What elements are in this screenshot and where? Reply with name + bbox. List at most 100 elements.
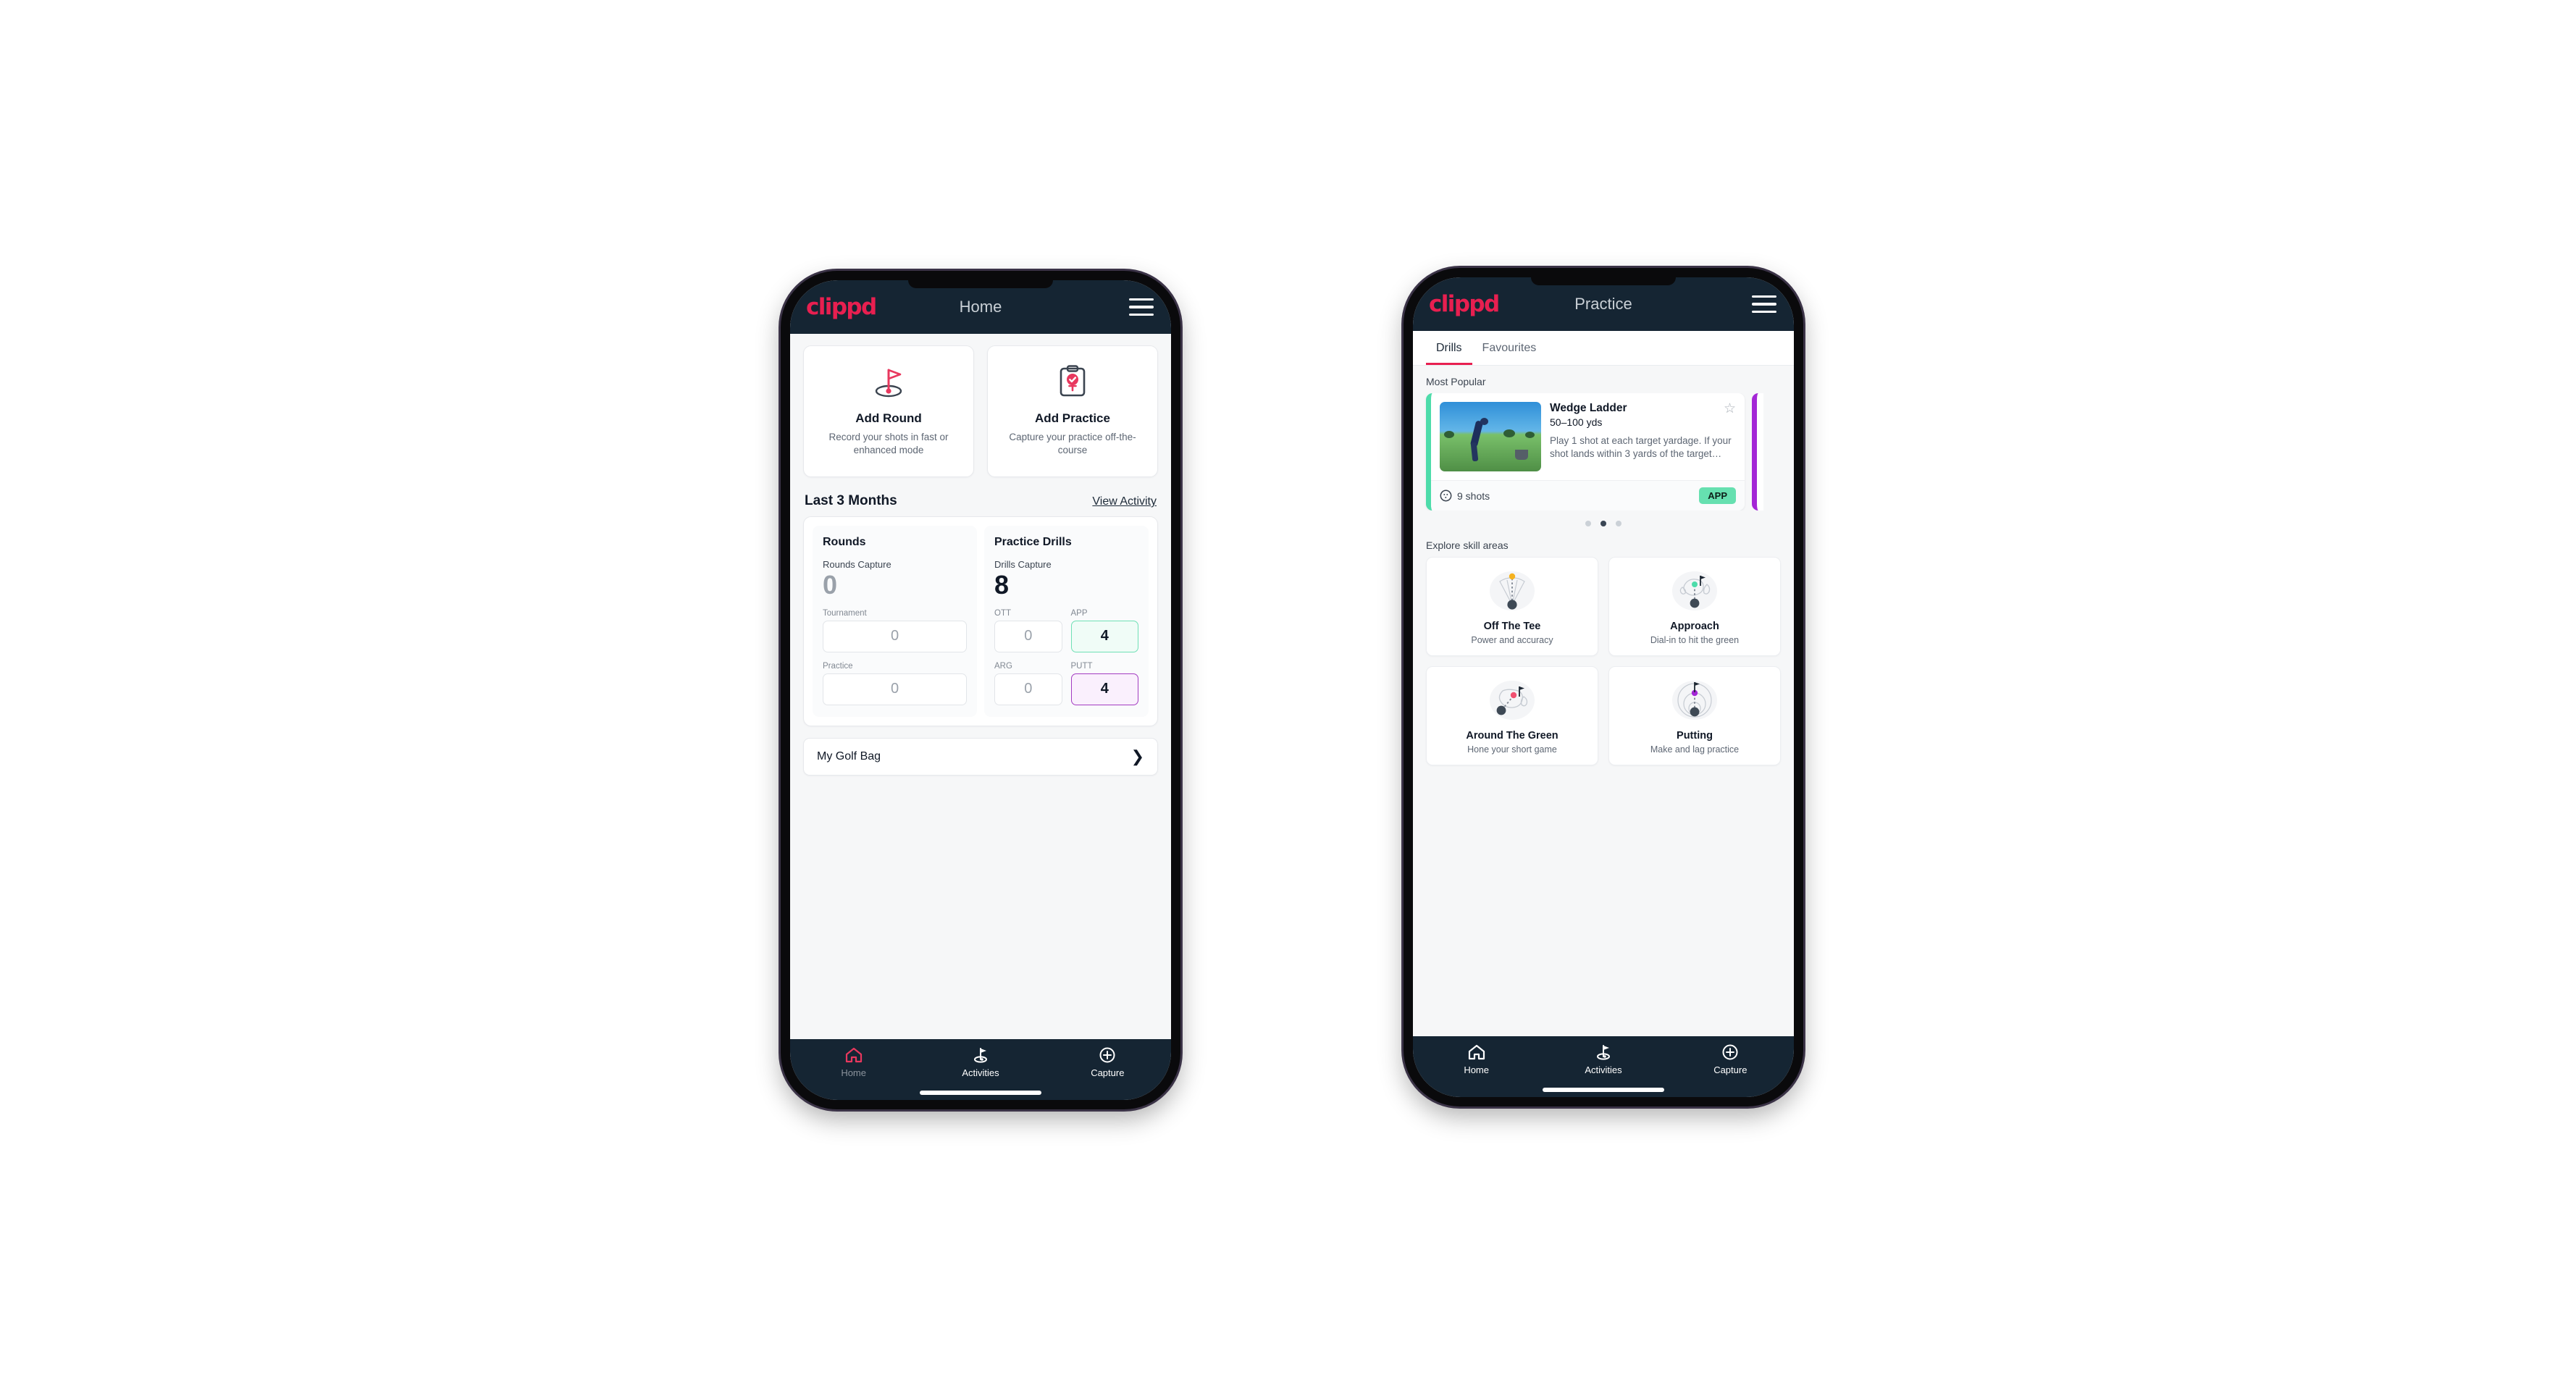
drill-shots-label: 9 shots <box>1457 490 1490 502</box>
practice-screen: clippd Practice Drills Favourites Most P… <box>1413 277 1794 1097</box>
stats-card: Rounds Rounds Capture 0 Tournament 0 Pra… <box>803 516 1158 726</box>
nav-label-activities: Activities <box>962 1067 999 1078</box>
skill-card-approach[interactable]: Approach Dial-in to hit the green <box>1608 557 1781 656</box>
skill-card-putting[interactable]: Putting Make and lag practice <box>1608 666 1781 765</box>
drill-card-footer: 9 shots APP <box>1431 480 1745 511</box>
nav-item-activities[interactable]: Activities <box>1540 1043 1666 1075</box>
drill-metric-row-2: ARG 0 PUTT 4 <box>994 652 1138 705</box>
golf-flag-icon <box>973 1048 987 1063</box>
drills-stat-column: Practice Drills Drills Capture 8 OTT 0 A… <box>984 526 1149 717</box>
drill-metric-row-1: OTT 0 APP 4 <box>994 600 1138 652</box>
drill-yardage: 50–100 yds <box>1550 416 1603 428</box>
rounds-capture-value: 0 <box>823 570 838 600</box>
drill-description: Play 1 shot at each target yardage. If y… <box>1550 435 1732 460</box>
skill-name: Putting <box>1677 730 1713 742</box>
add-practice-subtitle: Capture your practice off-the-course <box>1009 432 1136 455</box>
rounds-capture-label: Rounds Capture <box>823 559 891 570</box>
add-practice-title: Add Practice <box>1035 411 1110 425</box>
phone-mockup-practice: clippd Practice Drills Favourites Most P… <box>1404 268 1803 1106</box>
carousel-dot-2[interactable] <box>1600 521 1606 526</box>
tab-favourites[interactable]: Favourites <box>1472 331 1547 365</box>
nav-item-capture[interactable]: Capture <box>1044 1046 1171 1078</box>
chevron-right-icon: ❯ <box>1130 747 1144 765</box>
section-title: Last 3 Months <box>805 493 897 508</box>
home-appbar: clippd Home <box>790 280 1171 334</box>
skill-subtitle: Make and lag practice <box>1650 744 1740 755</box>
nav-item-capture[interactable]: Capture <box>1667 1043 1794 1075</box>
skill-card-off-the-tee[interactable]: Off The Tee Power and accuracy <box>1426 557 1598 656</box>
nav-label-home: Home <box>1464 1064 1489 1075</box>
clipboard-check-tee-icon <box>1054 361 1091 403</box>
tee-shot-fan-icon <box>1485 568 1539 614</box>
add-practice-card[interactable]: Add Practice Capture your practice off-t… <box>987 345 1158 477</box>
home-indicator-bar <box>1543 1088 1664 1092</box>
putt-value[interactable]: 4 <box>1070 673 1138 705</box>
skill-name: Around The Green <box>1466 730 1558 742</box>
drill-meta: Wedge Ladder 50–100 yds ☆ Play 1 shot at… <box>1550 402 1736 471</box>
rounds-heading: Rounds <box>823 536 866 548</box>
arg-label: ARG <box>994 661 1012 671</box>
add-round-card[interactable]: Add Round Record your shots in fast or e… <box>803 345 974 477</box>
nav-item-activities[interactable]: Activities <box>917 1046 1044 1078</box>
drill-card-wedge-ladder[interactable]: Wedge Ladder 50–100 yds ☆ Play 1 shot at… <box>1426 393 1745 511</box>
star-outline-icon[interactable]: ☆ <box>1724 402 1736 416</box>
home-screen: clippd Home Add Round Record your shots … <box>790 280 1171 1100</box>
clippd-logo[interactable]: clippd <box>1429 293 1500 316</box>
tab-drills[interactable]: Drills <box>1426 331 1472 365</box>
drill-carousel[interactable]: Wedge Ladder 50–100 yds ☆ Play 1 shot at… <box>1413 393 1794 511</box>
hamburger-icon[interactable] <box>1752 295 1776 313</box>
nav-label-capture: Capture <box>1713 1064 1748 1075</box>
practice-value[interactable]: 0 <box>823 673 967 705</box>
approach-green-icon <box>1668 568 1721 614</box>
practice-appbar: clippd Practice <box>1413 277 1794 331</box>
drills-capture-value: 8 <box>994 570 1010 600</box>
plus-circle-icon <box>1722 1044 1738 1060</box>
arg-value[interactable]: 0 <box>994 673 1062 705</box>
hamburger-icon[interactable] <box>1129 298 1154 316</box>
app-label: APP <box>1070 608 1088 618</box>
skill-subtitle: Dial-in to hit the green <box>1650 635 1740 645</box>
phone-mockup-home: clippd Home Add Round Record your shots … <box>781 271 1180 1109</box>
explore-skill-areas-label: Explore skill areas <box>1426 539 1509 551</box>
drill-card-body: Wedge Ladder 50–100 yds ☆ Play 1 shot at… <box>1431 393 1745 480</box>
golf-flag-hole-icon <box>869 361 908 403</box>
putt-label: PUTT <box>1070 661 1093 671</box>
plus-circle-icon <box>1099 1047 1115 1063</box>
clippd-logo[interactable]: clippd <box>806 295 877 319</box>
drill-thumbnail <box>1440 402 1541 471</box>
nav-label-capture: Capture <box>1091 1067 1125 1078</box>
skill-subtitle: Power and accuracy <box>1471 635 1553 645</box>
golf-ball-icon <box>1440 490 1452 502</box>
my-golf-bag-label: My Golf Bag <box>817 749 881 763</box>
my-golf-bag-row[interactable]: My Golf Bag ❯ <box>803 737 1158 776</box>
practice-tabs: Drills Favourites <box>1413 331 1794 366</box>
skill-card-around-the-green[interactable]: Around The Green Hone your short game <box>1426 666 1598 765</box>
quick-action-row: Add Round Record your shots in fast or e… <box>790 334 1171 477</box>
nav-label-home: Home <box>841 1067 866 1078</box>
ott-label: OTT <box>994 608 1011 618</box>
drills-heading: Practice Drills <box>994 536 1072 548</box>
last-3-months-header: Last 3 Months View Activity <box>790 477 1171 516</box>
home-bottom-nav: Home Activities Capture <box>790 1039 1171 1100</box>
skill-subtitle: Hone your short game <box>1467 744 1557 755</box>
view-activity-link[interactable]: View Activity <box>1092 495 1157 508</box>
carousel-dot-3[interactable] <box>1616 521 1621 526</box>
add-round-subtitle: Record your shots in fast or enhanced mo… <box>828 432 949 455</box>
nav-item-home[interactable]: Home <box>1413 1043 1540 1075</box>
drill-title: Wedge Ladder <box>1550 402 1627 414</box>
rounds-stat-column: Rounds Rounds Capture 0 Tournament 0 Pra… <box>813 526 977 717</box>
screenshot-canvas: clippd Home Add Round Record your shots … <box>0 0 2576 1386</box>
carousel-dot-1[interactable] <box>1585 521 1591 526</box>
practice-content: Most Popular Wedge Ladder 50–100 yds ☆ P… <box>1413 366 1794 1036</box>
phone-notch <box>908 280 1053 288</box>
carousel-dots[interactable] <box>1413 511 1794 529</box>
tournament-value[interactable]: 0 <box>823 620 967 652</box>
home-content: Add Round Record your shots in fast or e… <box>790 334 1171 1039</box>
home-icon <box>845 1047 862 1063</box>
ott-value[interactable]: 0 <box>994 620 1062 652</box>
drill-card-next-peek[interactable] <box>1752 393 1763 511</box>
skill-name: Off The Tee <box>1483 621 1541 632</box>
app-value[interactable]: 4 <box>1070 620 1138 652</box>
skill-name: Approach <box>1670 621 1719 632</box>
nav-item-home[interactable]: Home <box>790 1046 917 1078</box>
